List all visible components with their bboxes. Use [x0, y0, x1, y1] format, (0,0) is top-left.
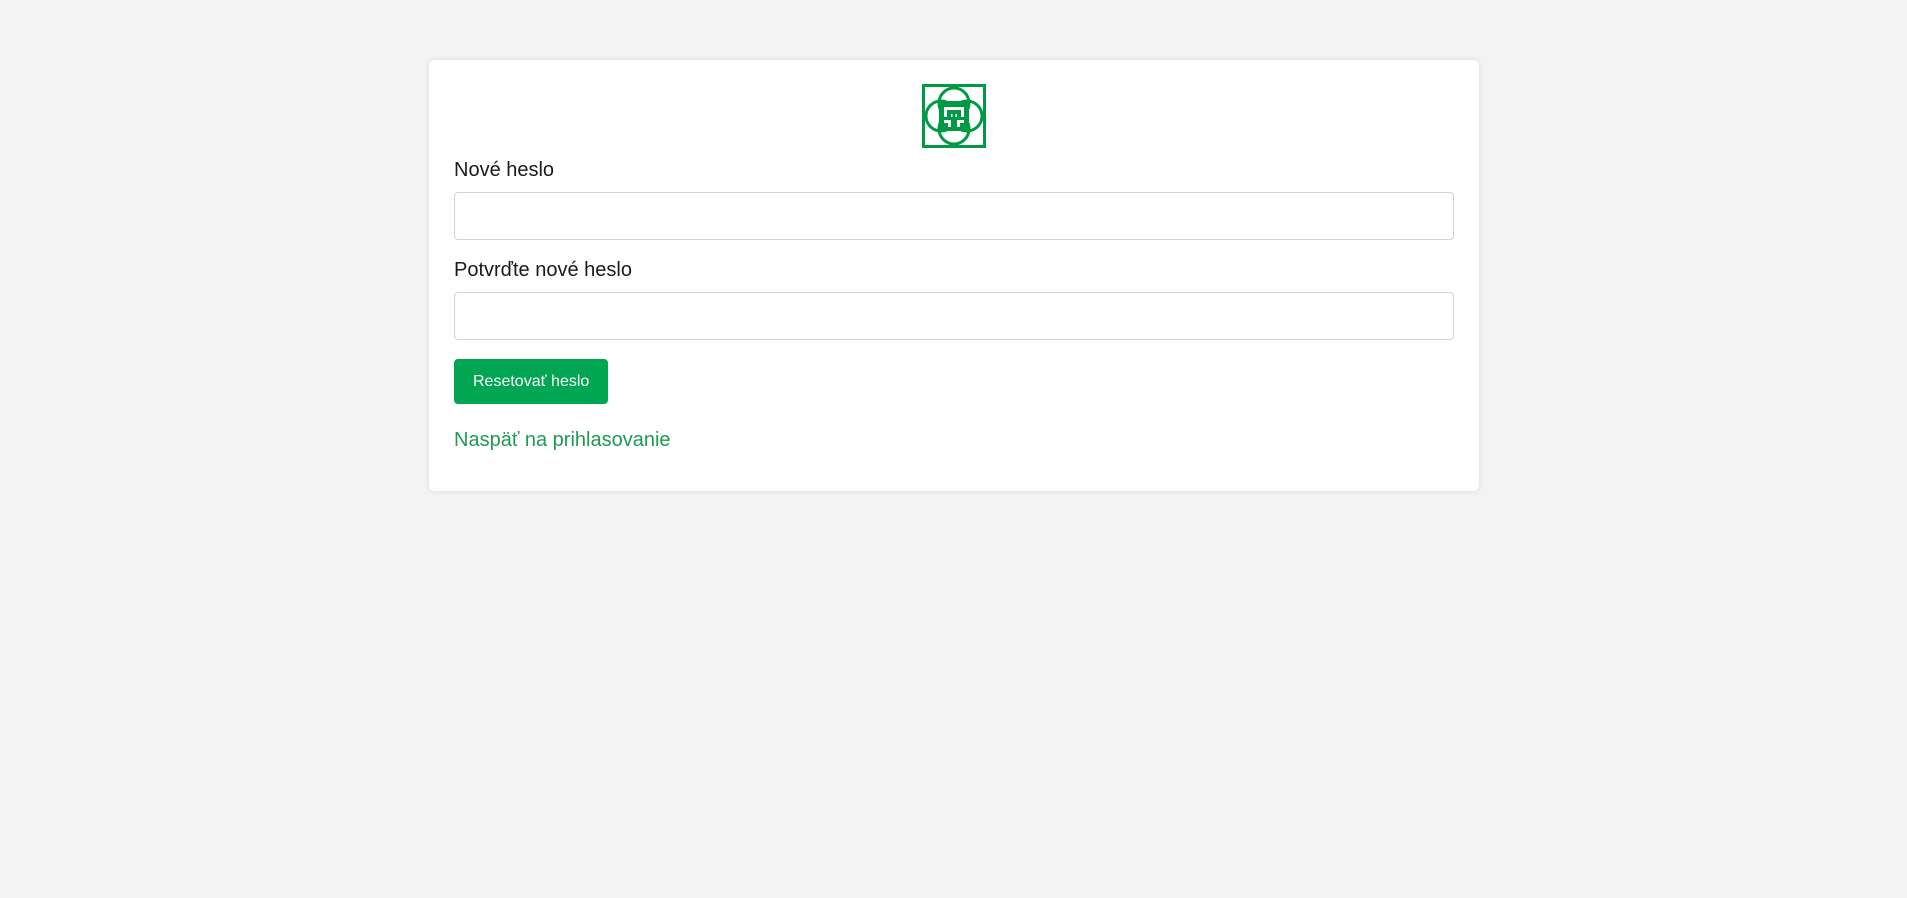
back-to-login-link[interactable]: Naspäť na prihlasovanie: [454, 428, 671, 452]
logo-container: [454, 84, 1454, 148]
new-password-field[interactable]: [454, 192, 1454, 240]
reset-password-button[interactable]: Resetovať heslo: [454, 359, 609, 404]
company-logo-icon: [922, 84, 986, 148]
reset-password-card: Nové heslo Potvrďte nové heslo Resetovať…: [429, 60, 1479, 491]
new-password-label: Nové heslo: [454, 159, 555, 181]
confirm-password-label: Potvrďte nové heslo: [454, 259, 632, 281]
confirm-password-field[interactable]: [454, 292, 1454, 340]
